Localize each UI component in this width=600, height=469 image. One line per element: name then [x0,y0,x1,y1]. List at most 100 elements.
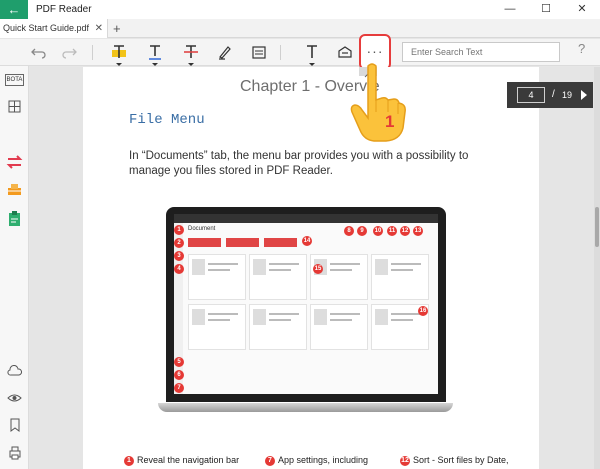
undo-button[interactable] [27,41,51,63]
pointing-hand-icon [350,63,406,142]
view-mode-button[interactable] [4,391,25,409]
callout-marker: 10 [373,226,383,236]
tab-bar: Quick Start Guide.pdf ✕ + [0,19,600,38]
mini-line [208,313,238,315]
cloud-button[interactable] [4,364,25,382]
close-button[interactable]: ✕ [564,0,600,19]
next-page-icon[interactable] [581,90,587,100]
underline-button[interactable] [143,41,167,66]
strikethrough-icon [184,45,198,58]
mini-document-label: Document [188,226,216,232]
mini-thumb [253,259,266,275]
mini-file-card [310,254,368,300]
laptop-screen: Document 1 2 3 4 5 6 7 8 9 10 11 12 13 1… [166,207,446,402]
bookmark-icon [10,418,19,432]
chevron-down-icon [116,63,122,66]
callout-marker: 9 [357,226,367,236]
strikethrough-button[interactable] [179,41,203,66]
toolbar-divider [280,45,281,60]
chevron-down-icon [152,63,158,66]
mini-thumb [253,309,266,325]
legend-item: 1 Reveal the navigation bar [124,455,239,466]
callout-marker: 1 [174,225,184,235]
note-button[interactable] [247,41,271,63]
mini-line [269,319,291,321]
tab-quick-start-guide[interactable]: Quick Start Guide.pdf ✕ [0,19,108,38]
mini-thumb [192,309,205,325]
mini-file-card [188,254,246,300]
callout-marker: 4 [174,264,184,274]
mini-file-card [249,304,307,350]
step-number: 1 [385,112,395,131]
laptop-illustration: Document 1 2 3 4 5 6 7 8 9 10 11 12 13 1… [158,207,453,417]
pdf-reader-window: ← PDF Reader — ☐ ✕ Quick Start Guide.pdf… [0,0,600,469]
mini-thumb [375,259,388,275]
pen-icon [219,46,231,60]
text-icon [307,45,317,58]
mini-line [391,263,421,265]
clipboard-icon [9,211,20,226]
minimize-button[interactable]: — [492,0,528,19]
convert-button[interactable] [4,154,25,172]
mini-line [208,319,230,321]
freehand-button[interactable] [213,41,237,63]
screenshot-app: Document 1 2 3 4 5 6 7 8 9 10 11 12 13 1… [174,214,438,394]
mini-thumb [314,309,327,325]
app-title: PDF Reader [36,4,92,15]
search-input[interactable] [402,42,560,62]
maximize-button[interactable]: ☐ [528,0,564,19]
mini-line [269,263,299,265]
help-button[interactable]: ? [578,41,585,56]
total-pages: 19 [562,90,573,100]
new-tab-button[interactable]: + [113,19,121,38]
mini-line [330,269,352,271]
mini-thumb [375,309,388,325]
callout-marker: 3 [174,251,184,261]
mini-line [330,263,360,265]
title-bar: ← PDF Reader — ☐ ✕ [0,0,600,19]
legend-number: 7 [265,455,275,466]
highlight-icon [112,45,126,58]
tab-close-icon[interactable]: ✕ [95,19,103,38]
callout-marker: 7 [174,383,184,393]
current-page-input[interactable]: 4 [517,87,545,103]
left-sidebar: BOTA [0,66,29,469]
body-paragraph: In “Documents” tab, the menu bar provide… [129,150,469,177]
chevron-down-icon [309,63,315,66]
legend-text: Reveal the navigation bar [137,455,240,465]
stamp-icon [338,46,352,58]
scrollbar-thumb[interactable] [595,207,599,247]
mini-line [269,313,299,315]
mini-line [391,269,413,271]
document-viewport[interactable]: Chapter 1 - Overvie File Menu In “Docume… [30,67,600,469]
scan-button[interactable] [4,182,25,200]
page-separator: / [552,89,555,100]
legend-number: 1 [124,455,134,466]
bookmark-button[interactable] [4,418,25,436]
redo-button[interactable] [57,41,81,63]
mini-button [264,238,297,247]
mini-button [188,238,221,247]
bota-button[interactable]: BOTA [5,74,24,86]
mini-line [391,319,413,321]
chevron-down-icon [188,63,194,66]
callout-marker: 6 [174,370,184,380]
section-heading: File Menu [129,112,205,128]
page-indicator: 4 / 19 [507,82,593,108]
callout-marker: 8 [344,226,354,236]
mini-button [226,238,259,247]
clipboard-button[interactable] [4,210,25,228]
stamp-button[interactable] [333,41,357,63]
vertical-scrollbar[interactable] [594,67,600,469]
toolbar-divider [92,45,93,60]
text-button[interactable] [300,41,324,66]
back-button[interactable]: ← [0,0,28,19]
thumbnail-view-button[interactable] [4,100,25,118]
mini-line [391,313,421,315]
mini-line [330,313,360,315]
mini-line [330,319,352,321]
mini-line [269,269,291,271]
note-icon [252,46,266,59]
print-button[interactable] [4,446,25,464]
highlight-button[interactable] [107,41,131,66]
